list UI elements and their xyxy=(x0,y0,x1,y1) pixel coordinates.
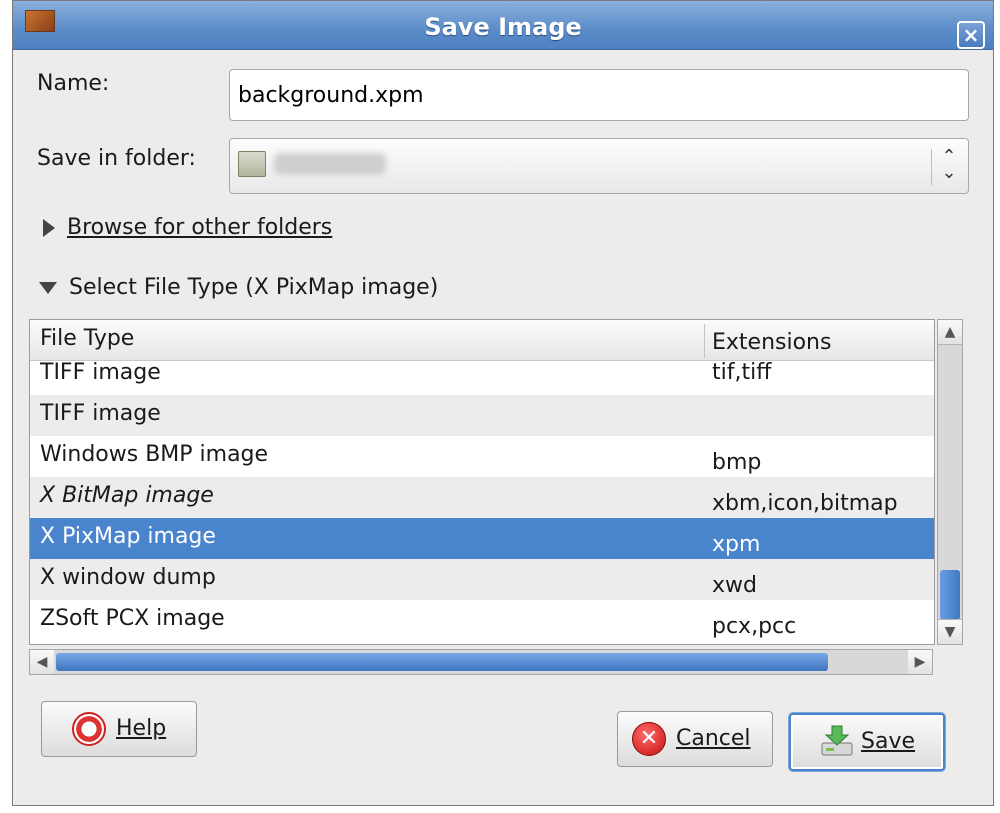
cell-file-type: X PixMap image xyxy=(40,524,216,549)
cell-extensions: xwd xyxy=(712,573,757,598)
expander-right-icon xyxy=(43,219,55,237)
folder-label: Save in folder: xyxy=(37,146,196,171)
horizontal-scroll-thumb[interactable] xyxy=(56,653,828,671)
scroll-up-button[interactable]: ▲ xyxy=(938,320,962,345)
table-row-selected[interactable]: X PixMap image xpm xyxy=(30,518,934,559)
help-button-label: Help xyxy=(116,716,167,741)
file-type-expander[interactable]: Select File Type (X PixMap image) xyxy=(39,275,438,300)
name-input[interactable] xyxy=(229,69,969,121)
scroll-left-button[interactable]: ◀ xyxy=(30,650,54,674)
cancel-x-icon: ✕ xyxy=(632,722,666,756)
column-header-extensions[interactable]: Extensions xyxy=(712,330,831,355)
cell-file-type: ZSoft PCX image xyxy=(40,606,225,631)
window-title: Save Image xyxy=(424,13,582,41)
table-row[interactable]: Windows BMP image bmp xyxy=(30,436,934,477)
save-image-dialog: Save Image × Name: Save in folder: ⌃⌄ Br… xyxy=(12,0,994,806)
cell-extensions: bmp xyxy=(712,450,762,475)
cell-extensions: xbm,icon,bitmap xyxy=(712,491,898,516)
folder-combo[interactable]: ⌃ ⌄ xyxy=(229,138,969,194)
table-row[interactable]: ZSoft PCX image pcx,pcc xyxy=(30,600,934,641)
folder-icon xyxy=(238,151,266,177)
scroll-right-button[interactable]: ▶ xyxy=(908,650,932,674)
updown-arrows-icon: ⌃ ⌄ xyxy=(941,146,957,183)
cell-extensions: tif,tiff xyxy=(712,360,772,385)
cell-file-type: TIFF image xyxy=(40,360,161,385)
table-row[interactable]: X window dump xwd xyxy=(30,559,934,600)
vertical-scroll-thumb[interactable] xyxy=(940,570,960,620)
title-bar[interactable]: Save Image × xyxy=(13,1,993,50)
cell-file-type: TIFF image xyxy=(40,401,161,426)
folder-name-blurred xyxy=(274,153,386,175)
cell-file-type: Windows BMP image xyxy=(40,442,269,467)
table-row[interactable]: TIFF image xyxy=(30,395,934,436)
file-type-list[interactable]: File Type Extensions TIFF image tif,tiff… xyxy=(29,319,935,645)
horizontal-scrollbar[interactable]: ◀ ▶ xyxy=(29,649,933,675)
browse-folders-expander[interactable]: Browse for other folders xyxy=(43,215,332,240)
vertical-scrollbar[interactable]: ▲ ▼ xyxy=(937,319,963,645)
scroll-down-button[interactable]: ▼ xyxy=(938,619,962,644)
close-button[interactable]: × xyxy=(957,21,985,49)
save-button[interactable]: Save xyxy=(789,713,945,771)
combo-separator xyxy=(931,149,932,185)
cancel-button-label: Cancel xyxy=(676,726,751,751)
cell-extensions: pcx,pcc xyxy=(712,614,797,639)
lifebuoy-icon xyxy=(72,712,106,746)
save-button-label: Save xyxy=(861,729,916,754)
cell-file-type: X window dump xyxy=(40,565,216,590)
help-button[interactable]: Help xyxy=(41,701,197,757)
browse-folders-label: Browse for other folders xyxy=(67,215,333,240)
table-row[interactable]: X BitMap image xbm,icon,bitmap xyxy=(30,477,934,518)
expander-down-icon xyxy=(39,282,57,294)
name-label: Name: xyxy=(37,71,110,96)
column-divider xyxy=(704,324,705,358)
column-header-file-type[interactable]: File Type xyxy=(40,326,134,351)
cell-extensions: xpm xyxy=(712,532,761,557)
save-drive-icon xyxy=(821,725,853,756)
cancel-button[interactable]: ✕ Cancel xyxy=(617,711,773,767)
file-type-label: Select File Type (X PixMap image) xyxy=(69,275,439,300)
table-row[interactable]: TIFF image tif,tiff xyxy=(30,354,934,395)
cell-file-type: X BitMap image xyxy=(40,483,214,508)
